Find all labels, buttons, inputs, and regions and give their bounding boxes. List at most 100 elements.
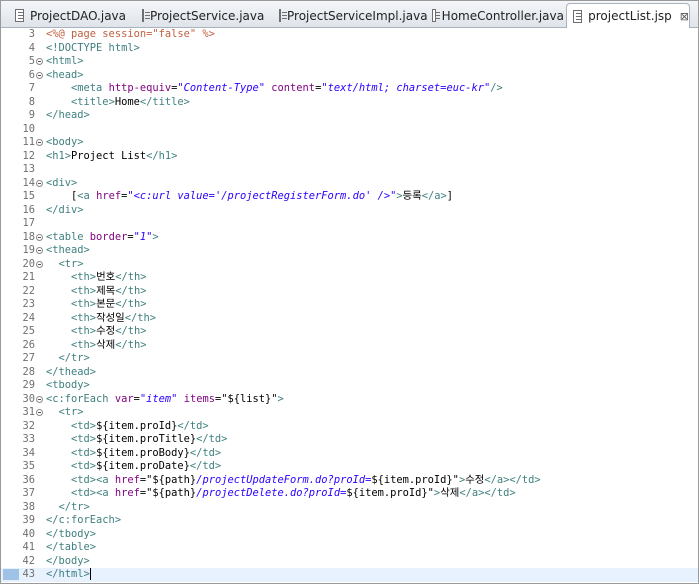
line-number: 35: [22, 460, 35, 472]
code-line[interactable]: 25 <th>수정</th>: [1, 325, 698, 339]
code-line[interactable]: 20 <tr>: [1, 258, 698, 272]
code-token: <th>: [71, 338, 97, 351]
code-token: </title>: [139, 95, 190, 108]
code-text: </c:forEach>: [46, 514, 121, 528]
fold-toggle-icon[interactable]: [36, 260, 43, 268]
code-line[interactable]: 22 <th>제목</th>: [1, 285, 698, 299]
fold-toggle-icon[interactable]: [36, 139, 43, 146]
code-token: "Content-Type": [177, 82, 265, 94]
code-line[interactable]: 6 <head>: [1, 69, 698, 83]
line-number: 12: [22, 149, 35, 162]
code-line[interactable]: 3 <%@ page session="false" %>: [1, 28, 698, 42]
code-text: </div>: [46, 204, 84, 218]
code-token: http-equiv: [108, 82, 172, 94]
code-line[interactable]: 39 </c:forEach>: [1, 514, 698, 528]
code-line[interactable]: 42 </body>: [1, 555, 698, 569]
code-text: </head>: [46, 109, 90, 123]
line-number: 7: [28, 82, 35, 94]
line-number: 21: [22, 271, 35, 283]
tab-projectserviceimpl-java[interactable]: ProjectServiceImpl.java: [273, 4, 428, 27]
code-line[interactable]: 30 <c:forEach var="item" items="${list}">: [1, 393, 698, 407]
code-text: <table border="1">: [46, 231, 159, 245]
code-line[interactable]: 26 <th>삭제</th>: [1, 339, 698, 353]
code-line[interactable]: 17: [1, 217, 698, 231]
fold-toggle-icon[interactable]: [36, 71, 43, 79]
code-line[interactable]: 21 <th>번호</th>: [1, 271, 698, 285]
code-line[interactable]: 28 </thead>: [1, 366, 698, 380]
code-token: /projectDelete.do?proId=: [196, 487, 347, 499]
code-token: 수정: [465, 473, 485, 486]
code-token: <th>: [71, 325, 97, 337]
code-text: <tr>: [46, 258, 84, 272]
fold-toggle-icon[interactable]: [36, 395, 43, 403]
tab-projectdao-java[interactable]: ProjectDAO.java: [9, 4, 126, 27]
code-token: <td>: [71, 433, 97, 445]
code-token: <h1>: [46, 149, 72, 162]
code-token: </table>: [46, 541, 97, 553]
tab-projectlist-jsp[interactable]: projectList.jsp ⊠: [566, 3, 690, 28]
code-line[interactable]: 29 <tbody>: [1, 379, 698, 393]
code-line[interactable]: 40 </tbody>: [1, 528, 698, 542]
line-number: 9: [28, 109, 35, 121]
code-text: <th>작성일</th>: [46, 312, 156, 326]
code-line[interactable]: 11 <body>: [1, 136, 698, 150]
code-line[interactable]: 13: [1, 163, 698, 177]
code-line[interactable]: 19 <thead>: [1, 244, 698, 258]
code-token: <a: [77, 190, 97, 202]
text-cursor: [89, 568, 91, 580]
code-token: >: [152, 230, 159, 243]
fold-toggle-icon[interactable]: [36, 409, 43, 416]
code-line[interactable]: 4 <!DOCTYPE html>: [1, 42, 698, 56]
line-number: 28: [22, 365, 35, 378]
code-line[interactable]: 18 <table border="1">: [1, 231, 698, 245]
tab-projectservice-java[interactable]: ProjectService.java: [136, 4, 264, 27]
code-text: <c:forEach var="item" items="${list}">: [46, 393, 284, 407]
code-text: <th>제목</th>: [46, 285, 146, 299]
code-line[interactable]: 41 </table>: [1, 541, 698, 555]
fold-toggle-icon[interactable]: [36, 58, 43, 65]
code-token: </head>: [46, 109, 90, 121]
fold-toggle-icon[interactable]: [36, 233, 43, 241]
code-text: <td><a href="${path}/projectDelete.do?pr…: [46, 487, 516, 501]
code-line[interactable]: 24 <th>작성일</th>: [1, 312, 698, 326]
code-line[interactable]: 10: [1, 123, 698, 137]
tab-homecontroller-java[interactable]: HomeController.java: [426, 4, 564, 27]
code-line[interactable]: 34 <td>${item.proBody}</td>: [1, 447, 698, 461]
code-line[interactable]: 12 <h1>Project List</h1>: [1, 150, 698, 164]
code-line[interactable]: 7 <meta http-equiv="Content-Type" conten…: [1, 82, 698, 96]
code-line[interactable]: 31 <tr>: [1, 406, 698, 420]
code-line[interactable]: 38 </tr>: [1, 501, 698, 515]
code-token: ="${path}: [139, 473, 197, 486]
fold-toggle-icon[interactable]: [36, 247, 43, 254]
code-line[interactable]: 43 </html>: [1, 568, 698, 582]
code-line[interactable]: 33 <td>${item.proTitle}</td>: [1, 433, 698, 447]
code-line[interactable]: 35 <td>${item.proDate}</td>: [1, 460, 698, 474]
code-line[interactable]: 15 [<a href="<c:url value='/projectRegis…: [1, 190, 698, 204]
line-number: 41: [22, 541, 35, 553]
code-editor[interactable]: 3 <%@ page session="false" %> 4 <!DOCTYPE h…: [1, 28, 698, 583]
code-token: <tr>: [58, 406, 84, 418]
fold-toggle-icon[interactable]: [36, 179, 43, 187]
code-line[interactable]: 5 <html>: [1, 55, 698, 69]
code-token: "<c:url value='/projectRegisterForm.do' …: [127, 190, 397, 202]
code-line[interactable]: 27 </tr>: [1, 352, 698, 366]
close-icon[interactable]: ⊠: [680, 10, 689, 23]
code-line[interactable]: 14 <div>: [1, 177, 698, 191]
code-line[interactable]: 8 <title>Home</title>: [1, 96, 698, 110]
code-token: </body>: [46, 554, 90, 567]
code-line[interactable]: 36 <td><a href="${path}/projectUpdateFor…: [1, 474, 698, 488]
code-line[interactable]: 23 <th>본문</th>: [1, 298, 698, 312]
code-line[interactable]: 32 <td>${item.proId}</td>: [1, 420, 698, 434]
code-token: </th>: [124, 311, 157, 324]
code-line[interactable]: 16 </div>: [1, 204, 698, 218]
code-token: "item": [139, 392, 178, 405]
code-token: 수정: [96, 325, 116, 337]
code-line[interactable]: 9 </head>: [1, 109, 698, 123]
code-token: <title>: [71, 95, 115, 108]
code-line[interactable]: 37 <td><a href="${path}/projectDelete.do…: [1, 487, 698, 501]
